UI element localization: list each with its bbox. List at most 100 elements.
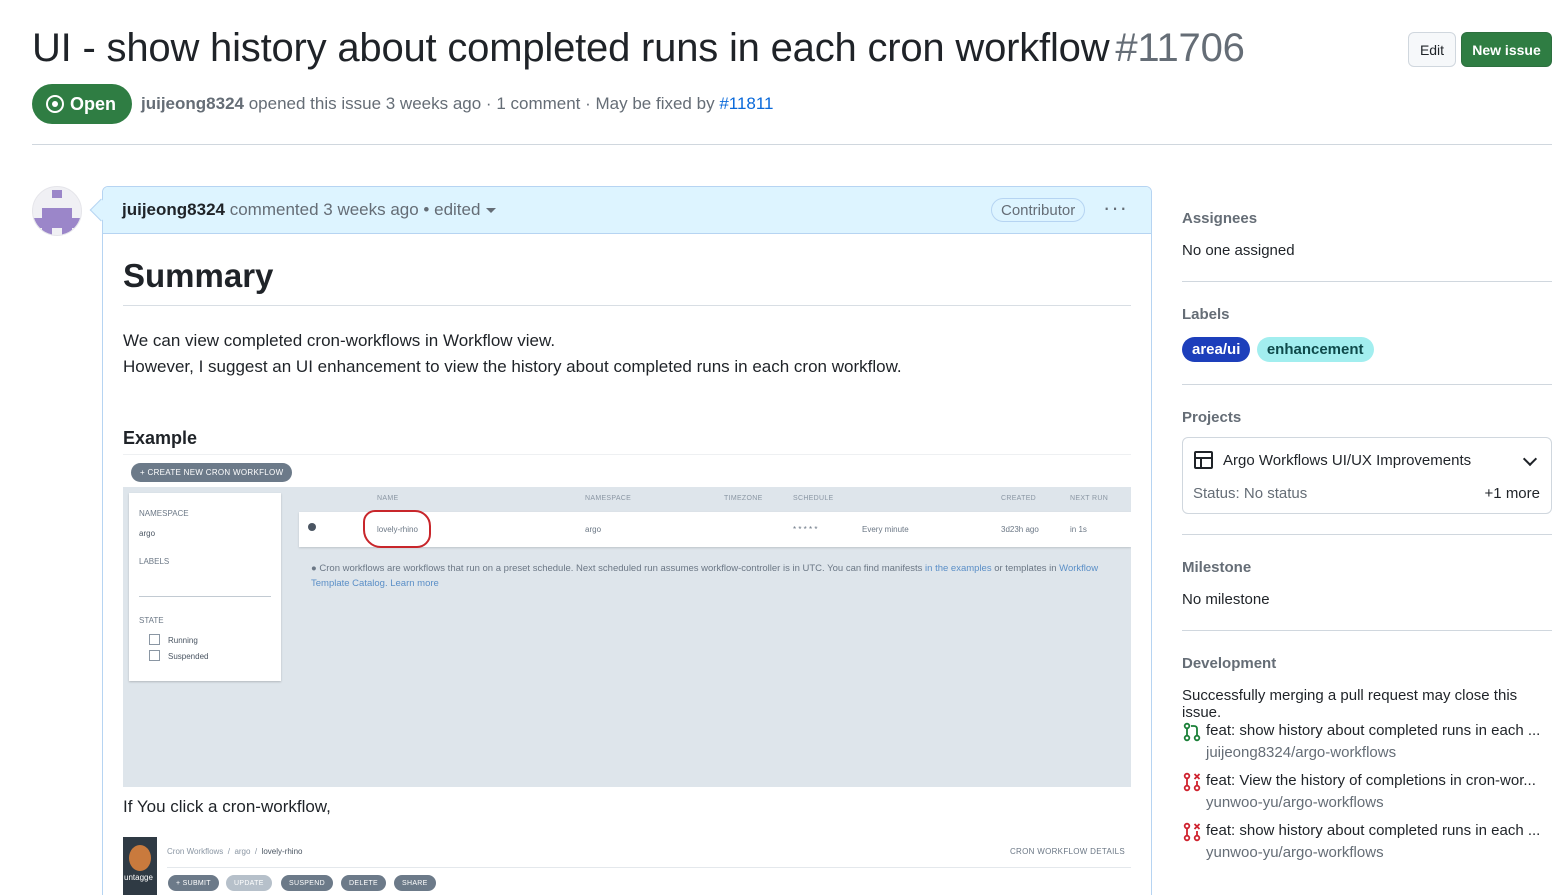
issue-author-link[interactable]: juijeong8324 xyxy=(141,94,244,113)
breadcrumb-3: lovely-rhino xyxy=(261,847,303,856)
breadcrumb-2: argo xyxy=(234,847,251,856)
example-screenshot: + CREATE NEW CRON WORKFLOW NAMESPACE arg… xyxy=(123,457,1131,787)
assignees-value: No one assigned xyxy=(1182,242,1295,259)
assignees-section[interactable]: Assignees No one assigned xyxy=(1182,210,1552,259)
summary-paragraph: We can view completed cron-workflows in … xyxy=(123,328,1131,380)
suspend-button: SUSPEND xyxy=(281,875,333,891)
create-cron-workflow-button: + CREATE NEW CRON WORKFLOW xyxy=(131,463,293,482)
sidebar-divider xyxy=(1182,630,1552,631)
header-divider xyxy=(32,144,1552,145)
col-namespace: NAMESPACE xyxy=(585,495,632,502)
project-name[interactable]: Argo Workflows UI/UX Improvements xyxy=(1223,452,1471,469)
comment-body: Summary We can view completed cron-workf… xyxy=(123,257,1131,455)
clock-icon xyxy=(308,523,316,531)
new-issue-button[interactable]: New issue xyxy=(1461,32,1552,67)
status-label: Open xyxy=(70,93,117,114)
row-schedule: * * * * * xyxy=(793,525,818,534)
issue-title-text: UI - show history about completed runs i… xyxy=(32,26,1110,70)
pr-title[interactable]: feat: show history about completed runs … xyxy=(1206,822,1540,839)
row-next-run: in 1s xyxy=(1070,525,1087,534)
screenshot-filter-panel: NAMESPACE argo LABELS STATE Running Susp… xyxy=(129,493,281,681)
edited-dropdown-icon[interactable] xyxy=(486,208,497,214)
pr-title[interactable]: feat: View the history of completions in… xyxy=(1206,772,1536,789)
sidebar-divider xyxy=(1182,281,1552,282)
projects-title[interactable]: Projects xyxy=(1182,409,1552,426)
project-status[interactable]: Status: No status xyxy=(1193,485,1307,502)
breadcrumb-1: Cron Workflows xyxy=(167,847,224,856)
fixed-by-link[interactable]: #11811 xyxy=(719,94,773,113)
chevron-down-icon[interactable] xyxy=(1522,451,1538,467)
submit-button: + SUBMIT xyxy=(168,875,219,891)
col-next-run: NEXT RUN xyxy=(1070,495,1109,502)
namespace-label: NAMESPACE xyxy=(139,509,189,518)
pull-request-closed-icon xyxy=(1183,822,1201,842)
issue-meta-text: opened this issue 3 weeks ago · 1 commen… xyxy=(248,94,715,113)
summary-heading: Summary xyxy=(123,257,1131,306)
avatar[interactable] xyxy=(32,186,82,236)
running-label: Running xyxy=(168,636,198,645)
contributor-badge: Contributor xyxy=(991,198,1086,222)
comment-meta: juijeong8324 commented 3 weeks ago • edi… xyxy=(122,200,497,220)
row-created: 3d23h ago xyxy=(1001,525,1039,534)
info-note: ● Cron workflows are workflows that run … xyxy=(311,563,1099,589)
project-more[interactable]: +1 more xyxy=(1485,485,1540,502)
milestone-value: No milestone xyxy=(1182,591,1270,608)
pr-repo[interactable]: yunwoo-yu/argo-workflows xyxy=(1206,844,1384,861)
pr-title[interactable]: feat: show history about completed runs … xyxy=(1206,722,1540,739)
project-card[interactable]: Argo Workflows UI/UX Improvements Status… xyxy=(1182,437,1552,514)
development-title[interactable]: Development xyxy=(1182,655,1552,672)
summary-line-1: We can view completed cron-workflows in … xyxy=(123,331,556,350)
row-schedule-text: Every minute xyxy=(862,525,909,534)
example-screenshot-2: untagge Cron Workflows / argo / lovely-r… xyxy=(123,837,1131,895)
development-note: Successfully merging a pull request may … xyxy=(1182,687,1518,721)
table-icon xyxy=(1194,451,1213,469)
logo-text: untagge xyxy=(124,873,153,882)
sidebar-divider xyxy=(1182,384,1552,385)
label-area-ui[interactable]: area/ui xyxy=(1182,337,1251,362)
edit-button[interactable]: Edit xyxy=(1408,32,1456,67)
example-heading: Example xyxy=(123,428,1131,455)
comment-body-2: If You click a cron-workflow, xyxy=(123,797,1131,817)
namespace-value: argo xyxy=(139,529,156,538)
info-link-examples: in the examples xyxy=(925,563,992,574)
click-paragraph: If You click a cron-workflow, xyxy=(123,797,331,816)
running-checkbox xyxy=(149,634,160,645)
col-schedule: SCHEDULE xyxy=(793,495,834,502)
info-text-mid: or templates in xyxy=(994,563,1057,574)
status-badge: Open xyxy=(32,84,133,124)
pr-repo[interactable]: yunwoo-yu/argo-workflows xyxy=(1206,794,1384,811)
issue-title: UI - show history about completed runs i… xyxy=(32,26,1245,71)
state-label: STATE xyxy=(139,616,164,625)
assignees-title[interactable]: Assignees xyxy=(1182,210,1552,227)
comment-meta-text: commented 3 weeks ago • edited xyxy=(229,200,481,219)
labels-list: area/ui enhancement xyxy=(1182,337,1552,362)
argo-logo: untagge xyxy=(123,837,157,895)
comment-header: juijeong8324 commented 3 weeks ago • edi… xyxy=(103,187,1151,234)
row-namespace: argo xyxy=(585,525,602,534)
update-button: UPDATE xyxy=(226,875,272,891)
issue-meta: juijeong8324 opened this issue 3 weeks a… xyxy=(141,94,774,114)
milestone-section[interactable]: Milestone No milestone xyxy=(1182,559,1552,608)
suspended-checkbox xyxy=(149,650,160,661)
pr-repo[interactable]: juijeong8324/argo-workflows xyxy=(1206,744,1396,761)
screenshot-breadcrumb: Cron Workflows / argo / lovely-rhino xyxy=(167,847,303,856)
issue-opened-icon xyxy=(46,95,64,113)
projects-section[interactable]: Projects xyxy=(1182,409,1552,426)
comment-options-icon[interactable]: ··· xyxy=(1103,197,1128,219)
sidebar-divider xyxy=(1182,534,1552,535)
info-text: Cron workflows are workflows that run on… xyxy=(319,563,923,574)
labels-label: LABELS xyxy=(139,557,170,566)
info-link-learn-more: Learn more xyxy=(390,578,439,589)
label-enhancement[interactable]: enhancement xyxy=(1256,337,1374,362)
summary-line-2: However, I suggest an UI enhancement to … xyxy=(123,357,902,376)
comment-author-link[interactable]: juijeong8324 xyxy=(122,200,225,219)
suspended-label: Suspended xyxy=(168,652,209,661)
issue-number: #11706 xyxy=(1115,26,1245,70)
development-section[interactable]: Development Successfully merging a pull … xyxy=(1182,655,1552,721)
milestone-title[interactable]: Milestone xyxy=(1182,559,1552,576)
labels-title[interactable]: Labels xyxy=(1182,306,1552,323)
pull-request-open-icon xyxy=(1183,722,1201,742)
labels-section[interactable]: Labels area/ui enhancement xyxy=(1182,306,1552,362)
share-button: SHARE xyxy=(394,875,436,891)
col-timezone: TIMEZONE xyxy=(724,495,763,502)
